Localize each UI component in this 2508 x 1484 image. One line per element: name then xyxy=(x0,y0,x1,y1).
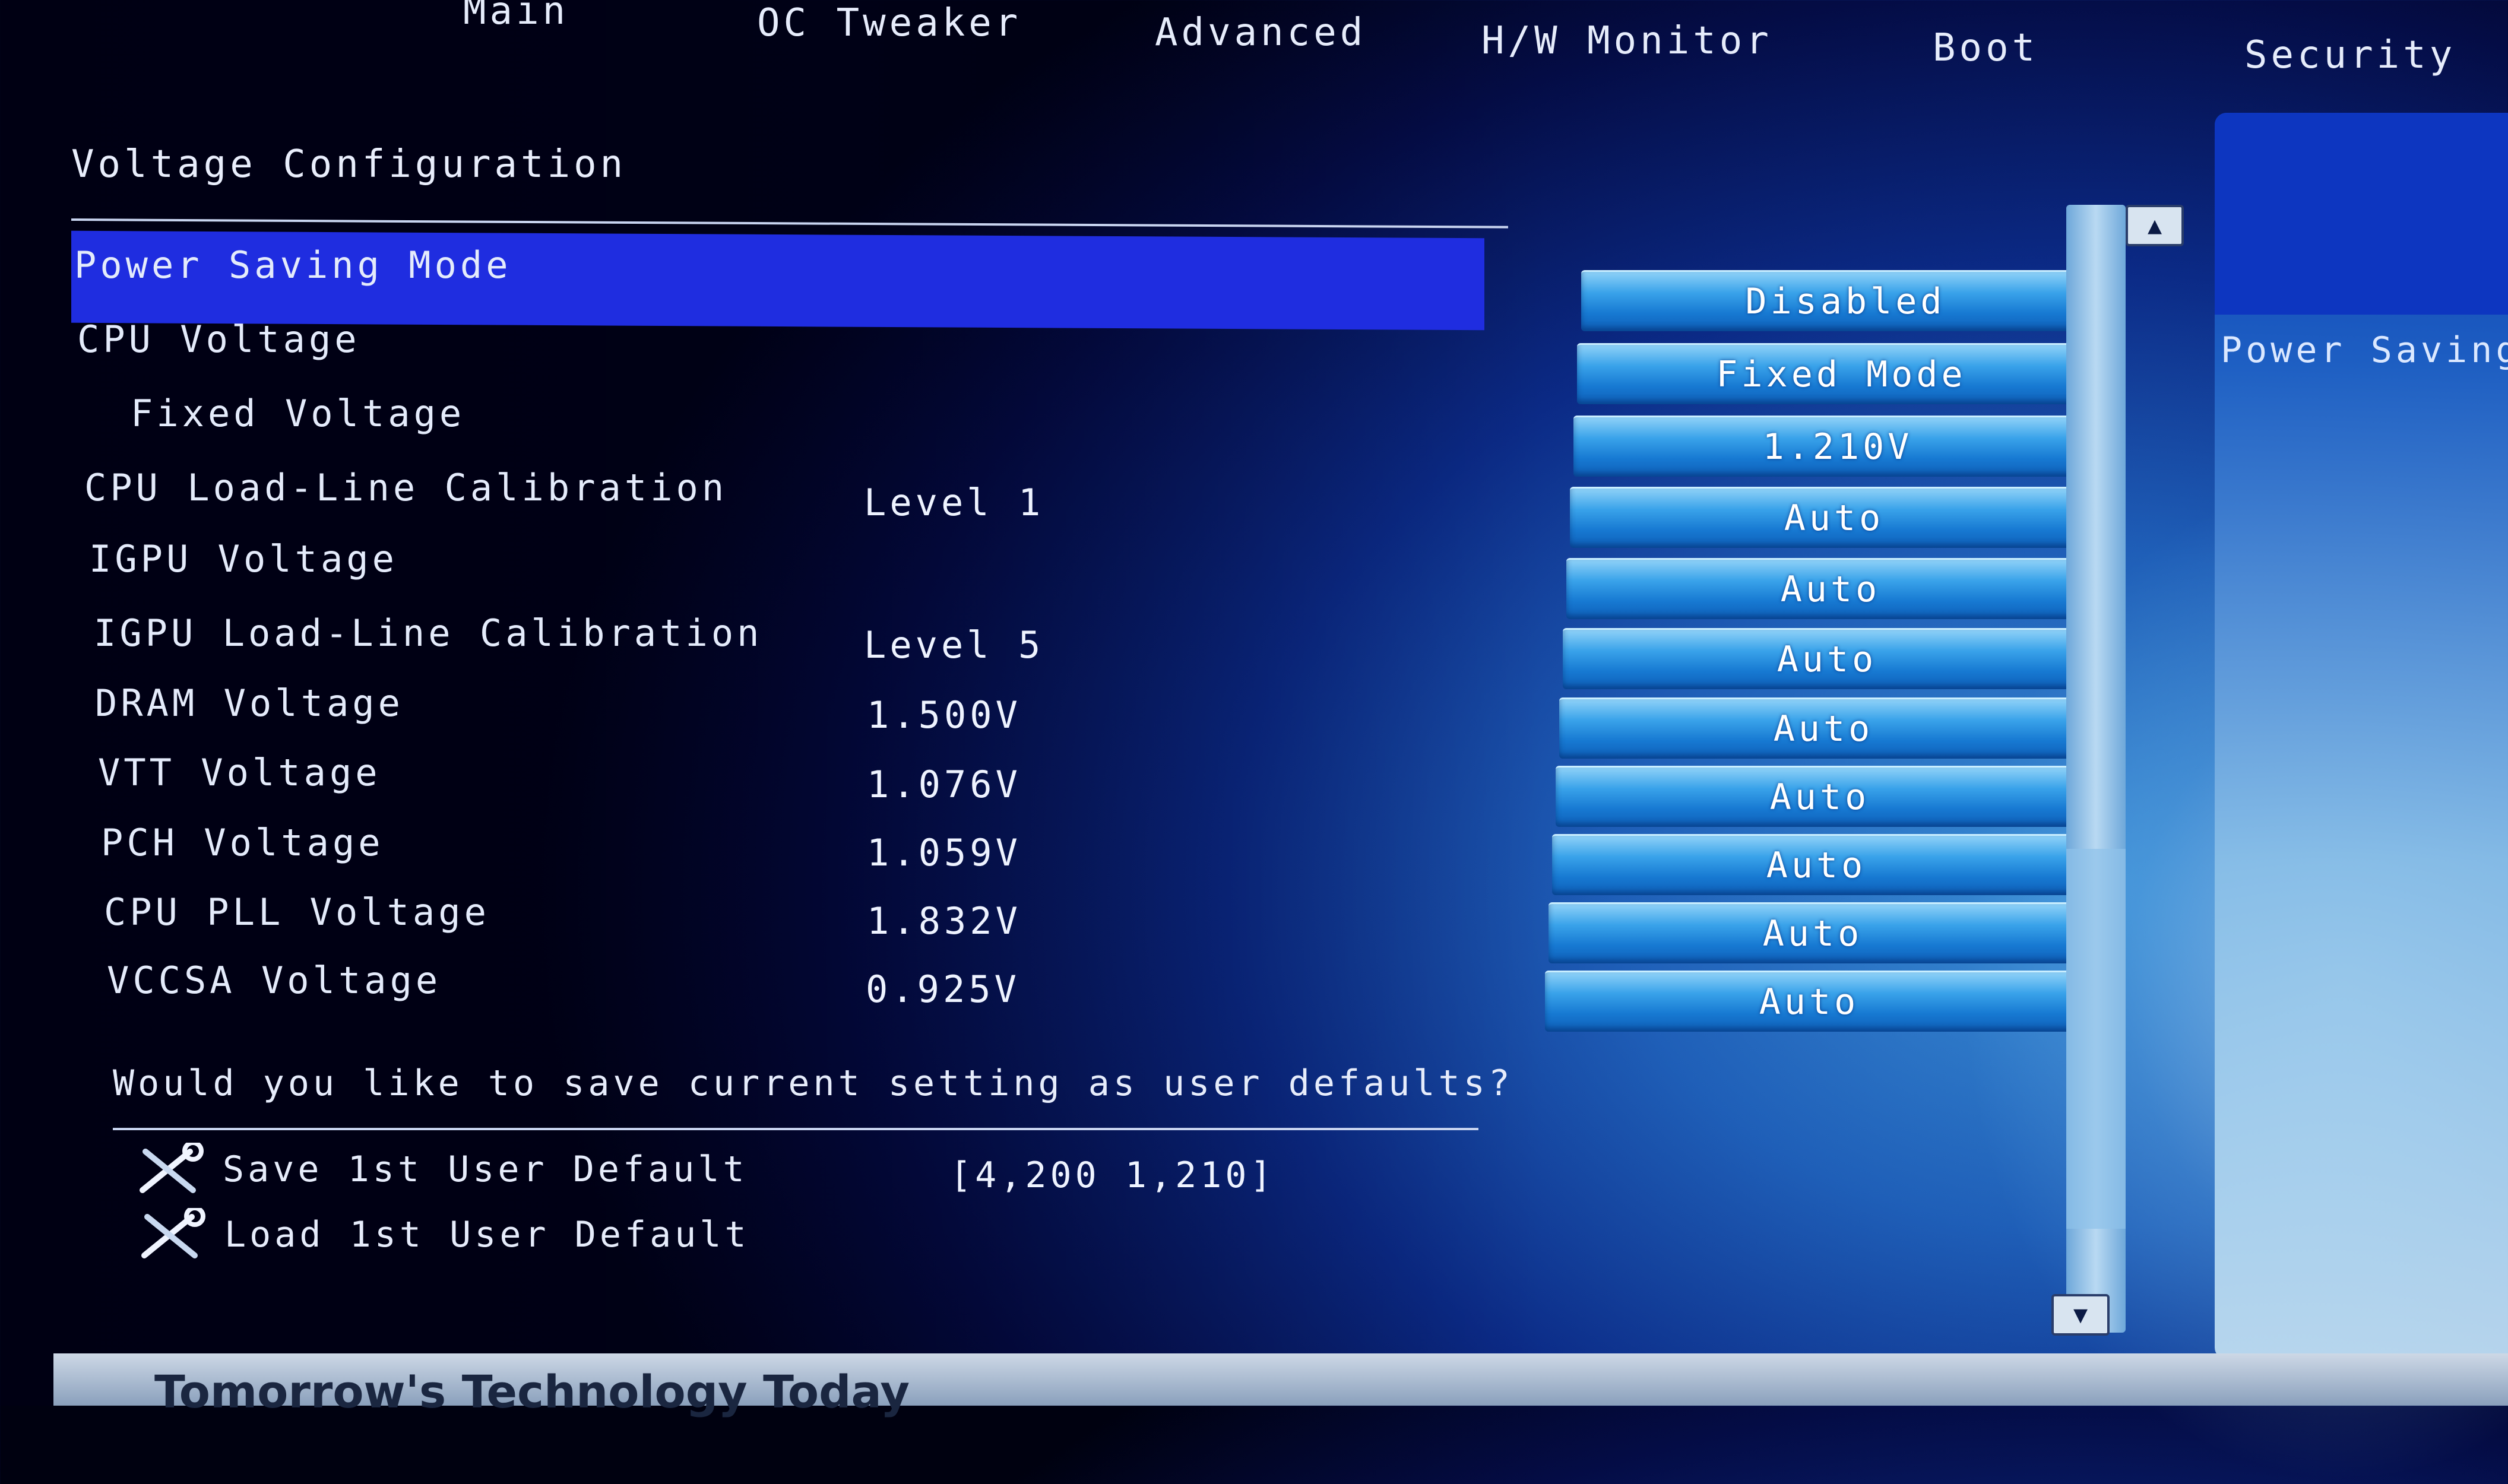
option-vccsa-voltage[interactable]: Auto xyxy=(1545,971,2073,1032)
load-user-default-label[interactable]: Load 1st User Default xyxy=(224,1214,750,1255)
row-value-vccsa-voltage: 0.925V xyxy=(866,968,1020,1011)
scroll-down-arrow-icon[interactable]: ▼ xyxy=(2051,1294,2110,1336)
option-igpu-llc[interactable]: Auto xyxy=(1563,628,2091,689)
save-user-default-label[interactable]: Save 1st User Default xyxy=(223,1149,748,1190)
row-label-cpu-llc[interactable]: CPU Load-Line Calibration xyxy=(84,466,727,509)
save-user-default-value: [4,200 1,210] xyxy=(950,1155,1275,1196)
row-label-cpu-voltage[interactable]: CPU Voltage xyxy=(77,318,360,361)
help-text: Power Saving xyxy=(2221,329,2508,371)
row-value-vtt-voltage: 1.076V xyxy=(867,763,1021,806)
tab-boot[interactable]: Boot xyxy=(1933,26,2038,70)
tab-security[interactable]: Security xyxy=(2244,33,2456,77)
option-pch-voltage[interactable]: Auto xyxy=(1552,834,2080,895)
tab-oc-tweaker[interactable]: OC Tweaker xyxy=(757,1,1021,45)
row-label-pch-voltage[interactable]: PCH Voltage xyxy=(101,821,384,864)
section-title: Voltage Configuration xyxy=(71,142,627,186)
row-value-cpu-pll-voltage: 1.832V xyxy=(867,899,1021,943)
row-value-igpu-llc: Level 5 xyxy=(864,623,1044,667)
save-defaults-prompt: Would you like to save current setting a… xyxy=(113,1063,1513,1104)
option-fixed-voltage[interactable]: 1.210V xyxy=(1573,416,2102,477)
option-cpu-voltage[interactable]: Fixed Mode xyxy=(1577,343,2105,404)
wrench-screwdriver-icon xyxy=(134,1140,205,1196)
option-cpu-pll-voltage[interactable]: Auto xyxy=(1548,902,2077,963)
row-label-dram-voltage[interactable]: DRAM Voltage xyxy=(95,681,404,725)
load-user-default-item[interactable]: Load 1st User Default xyxy=(135,1206,750,1261)
row-label-fixed-voltage[interactable]: Fixed Voltage xyxy=(131,392,465,435)
option-power-saving-mode[interactable]: Disabled xyxy=(1581,270,2110,331)
option-igpu-voltage[interactable]: Auto xyxy=(1566,558,2095,619)
scroll-up-arrow-icon[interactable]: ▲ xyxy=(2126,205,2184,246)
row-value-cpu-llc: Level 1 xyxy=(864,481,1044,524)
row-value-pch-voltage: 1.059V xyxy=(867,831,1021,874)
option-vtt-voltage[interactable]: Auto xyxy=(1556,766,2084,827)
wrench-screwdriver-icon xyxy=(135,1206,207,1261)
row-label-cpu-pll-voltage[interactable]: CPU PLL Voltage xyxy=(104,890,490,934)
row-value-dram-voltage: 1.500V xyxy=(867,693,1021,737)
row-label-vccsa-voltage[interactable]: VCCSA Voltage xyxy=(107,959,441,1002)
row-label-igpu-llc[interactable]: IGPU Load-Line Calibration xyxy=(94,611,763,655)
row-label-igpu-voltage[interactable]: IGPU Voltage xyxy=(89,537,398,581)
tab-hw-monitor[interactable]: H/W Monitor xyxy=(1481,19,1772,63)
option-cpu-llc[interactable]: Auto xyxy=(1570,487,2098,548)
save-user-default-item[interactable]: Save 1st User Default xyxy=(134,1140,748,1196)
footer-slogan: Tomorrow's Technology Today xyxy=(154,1365,910,1418)
tab-advanced[interactable]: Advanced xyxy=(1155,11,1366,55)
top-tab-bar: Main OC Tweaker Advanced H/W Monitor Boo… xyxy=(0,0,2508,89)
row-label-power-saving-mode[interactable]: Power Saving Mode xyxy=(74,243,512,287)
help-panel-header xyxy=(2215,113,2508,315)
row-label-vtt-voltage[interactable]: VTT Voltage xyxy=(98,751,381,794)
tab-main[interactable]: Main xyxy=(463,0,569,33)
option-dram-voltage[interactable]: Auto xyxy=(1559,697,2088,759)
prompt-divider xyxy=(113,1128,1478,1130)
scrollbar-thumb[interactable] xyxy=(2066,849,2126,1229)
